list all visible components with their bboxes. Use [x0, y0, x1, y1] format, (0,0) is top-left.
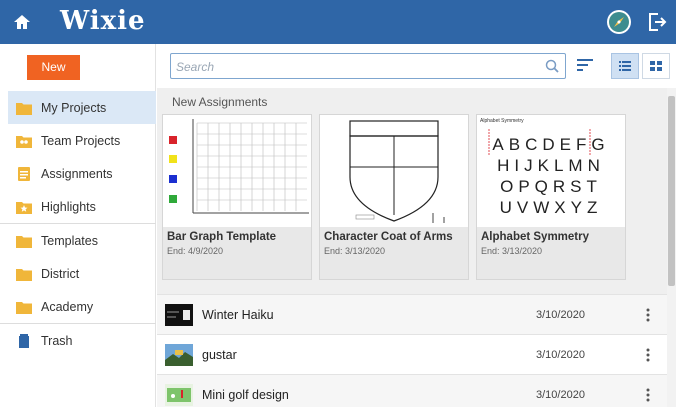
sidebar-item-label: My Projects	[41, 100, 107, 115]
team-folder-icon	[16, 135, 32, 148]
card-thumbnail	[320, 115, 468, 227]
project-name: gustar	[202, 348, 237, 362]
project-date: 3/10/2020	[536, 349, 585, 361]
more-options-icon[interactable]	[643, 346, 653, 364]
sidebar-item-label: Academy	[41, 299, 94, 314]
sidebar-item-district[interactable]: District	[8, 257, 156, 290]
card-title: Character Coat of Arms	[324, 231, 453, 243]
grid-view-icon	[650, 61, 662, 71]
sidebar-item-academy[interactable]: Academy	[8, 290, 156, 323]
letter-row: UVWXYZ	[500, 198, 603, 217]
project-thumbnail	[165, 384, 193, 406]
table-row[interactable]: gustar 3/10/2020	[157, 334, 667, 374]
sidebar-nav: My Projects Team Projects Assignments Hi…	[0, 91, 156, 357]
sidebar-item-label: Team Projects	[41, 133, 121, 148]
alphabet-symmetry-thumbnail: Alphabet Symmetry ABCDEFG HIJKLMN OPQRST…	[480, 118, 609, 217]
home-icon[interactable]	[12, 12, 32, 32]
more-options-icon[interactable]	[643, 306, 653, 324]
folder-icon	[16, 102, 32, 115]
project-list: Winter Haiku 3/10/2020 gustar 3/10/2020 …	[157, 294, 667, 407]
card-thumbnail	[163, 115, 311, 227]
compass-avatar-icon[interactable]	[606, 9, 632, 35]
letter-row: ABCDEFG	[492, 135, 609, 154]
trash-icon	[19, 333, 29, 348]
top-bar: Wixie	[0, 0, 676, 44]
card-title: Bar Graph Template	[167, 231, 277, 243]
new-assignments-panel: New Assignments Bar Graph Template End: …	[157, 88, 667, 294]
new-button[interactable]: New	[27, 55, 80, 80]
list-view-button[interactable]	[611, 53, 639, 79]
card-date: End: 3/13/2020	[324, 246, 386, 256]
list-view-icon	[619, 61, 631, 71]
app-logo[interactable]: Wixie	[60, 6, 146, 36]
sort-icon[interactable]	[577, 58, 593, 72]
coat-of-arms-thumbnail	[349, 120, 445, 223]
folder-icon	[16, 268, 32, 281]
bar-graph-thumbnail	[169, 119, 309, 214]
sidebar: New My Projects Team Projects Assignment…	[0, 44, 156, 407]
sign-out-icon[interactable]	[646, 11, 668, 33]
sidebar-item-label: Trash	[41, 333, 73, 348]
assignment-card[interactable]: Alphabet Symmetry ABCDEFG HIJKLMN OPQRST…	[476, 114, 626, 280]
card-title: Alphabet Symmetry	[481, 231, 590, 243]
project-thumbnail	[165, 344, 193, 366]
card-date: End: 3/13/2020	[481, 246, 543, 256]
project-name: Winter Haiku	[202, 308, 274, 322]
letter-row: HIJKLMN	[497, 156, 605, 175]
section-title: New Assignments	[172, 95, 268, 109]
scrollbar-thumb[interactable]	[668, 96, 675, 286]
sidebar-item-assignments[interactable]: Assignments	[8, 157, 156, 190]
search-icon[interactable]	[545, 59, 559, 73]
more-options-icon[interactable]	[643, 386, 653, 404]
project-thumbnail	[165, 304, 193, 326]
sidebar-item-team-projects[interactable]: Team Projects	[8, 124, 156, 157]
project-date: 3/10/2020	[536, 309, 585, 321]
table-row[interactable]: Mini golf design 3/10/2020	[157, 374, 667, 407]
grid-view-button[interactable]	[642, 53, 670, 79]
folder-icon	[16, 301, 32, 314]
clipboard-icon	[18, 166, 30, 181]
assignment-card[interactable]: Bar Graph Template End: 4/9/2020	[162, 114, 312, 280]
folder-icon	[16, 235, 32, 248]
sidebar-item-trash[interactable]: Trash	[8, 324, 156, 357]
star-folder-icon	[16, 201, 32, 214]
assignment-card[interactable]: Character Coat of Arms End: 3/13/2020	[319, 114, 469, 280]
project-date: 3/10/2020	[536, 389, 585, 401]
sidebar-item-highlights[interactable]: Highlights	[8, 190, 156, 223]
sidebar-item-label: Templates	[41, 233, 98, 248]
sidebar-item-templates[interactable]: Templates	[8, 224, 156, 257]
card-thumbnail: Alphabet Symmetry ABCDEFG HIJKLMN OPQRST…	[477, 115, 625, 227]
search-box	[170, 53, 566, 79]
sidebar-item-my-projects[interactable]: My Projects	[8, 91, 156, 124]
card-date: End: 4/9/2020	[167, 246, 224, 256]
sidebar-item-label: Highlights	[41, 199, 96, 214]
table-row[interactable]: Winter Haiku 3/10/2020	[157, 294, 667, 334]
scrollbar[interactable]	[667, 88, 676, 407]
project-name: Mini golf design	[202, 388, 289, 402]
search-input[interactable]	[176, 58, 536, 76]
sidebar-item-label: Assignments	[41, 166, 113, 181]
thumbnail-caption: Alphabet Symmetry	[480, 118, 524, 124]
letter-row: OPQRST	[500, 177, 602, 196]
sidebar-item-label: District	[41, 266, 80, 281]
